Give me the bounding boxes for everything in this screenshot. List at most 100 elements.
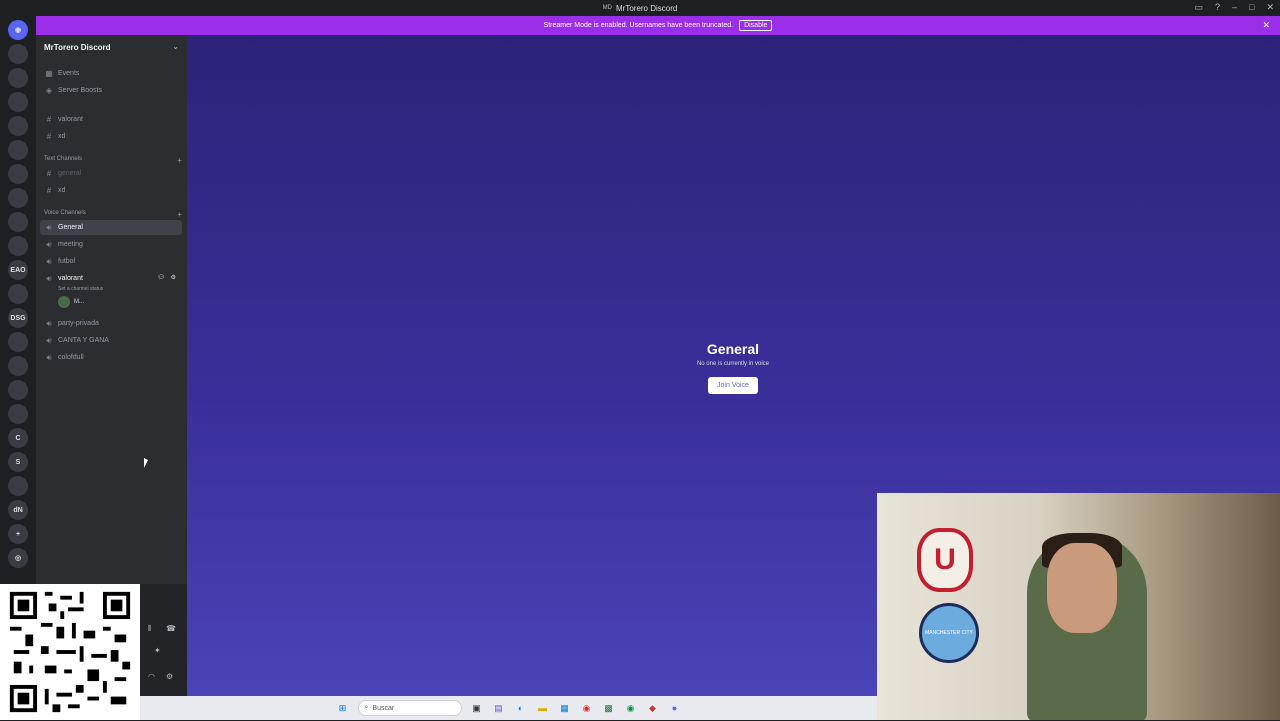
app-icon[interactable]: ◆	[646, 701, 660, 715]
edge-icon[interactable]: ◐	[514, 701, 528, 715]
speaker-icon: 🔊︎	[46, 352, 52, 362]
channel-item[interactable]: # general	[40, 166, 182, 181]
store-icon[interactable]: ▦	[558, 701, 572, 715]
disconnect-icon[interactable]: ☎	[166, 624, 176, 633]
server-icon[interactable]	[8, 164, 28, 184]
discover-icon[interactable]: ◎	[8, 548, 28, 568]
gear-icon[interactable]: ⚙	[166, 672, 173, 681]
server-icon[interactable]	[8, 68, 28, 88]
channel-item[interactable]: # valorant	[40, 112, 182, 127]
channel-label: valorant	[58, 116, 83, 123]
channel-label: general	[58, 170, 82, 177]
window-title: MD MrTorero Discord	[603, 4, 678, 13]
avatar	[58, 296, 70, 308]
server-boosts-item[interactable]: ◈ Server Boosts	[40, 83, 182, 98]
windows-taskbar: ⊞ ⌕ Buscar ▣ ▤ ◐ ▬ ▦ ◉ ▩ ◉ ◆ ●	[140, 696, 877, 720]
teams-icon[interactable]: ▤	[492, 701, 506, 715]
title-badge: MD	[602, 5, 612, 11]
server-icon[interactable]	[8, 140, 28, 160]
user-controls-panel: ⫴ ☎ ✦ ◠ ⚙	[140, 584, 187, 696]
server-icon[interactable]	[8, 236, 28, 256]
voice-channel[interactable]: 🔊︎ colofdull	[40, 350, 182, 365]
channel-label: futbol	[58, 258, 76, 265]
speaker-icon: 🔊︎	[46, 222, 52, 232]
channel-status[interactable]: Set a channel status	[58, 286, 103, 292]
search-placeholder: Buscar	[372, 704, 395, 712]
add-channel-icon[interactable]: +	[177, 210, 182, 219]
minimize-button[interactable]: –	[1232, 2, 1237, 13]
channel-item[interactable]: # xd	[40, 183, 182, 198]
boost-icon: ◈	[45, 86, 53, 95]
server-icon[interactable]	[8, 188, 28, 208]
voice-empty-state: General No one is currently in voice Joi…	[659, 341, 807, 394]
voice-user-name: M...	[74, 299, 84, 305]
disable-streamer-button[interactable]: Disable	[739, 20, 773, 31]
qr-code-image	[6, 588, 134, 716]
server-icon[interactable]	[8, 476, 28, 496]
voice-channel[interactable]: 🔊︎ CANTA Y GANA	[40, 333, 182, 348]
boosts-label: Server Boosts	[58, 87, 102, 94]
task-view-icon[interactable]: ▣	[470, 701, 484, 715]
server-icon[interactable]	[8, 404, 28, 424]
channel-label: xd	[58, 133, 66, 140]
chrome-icon[interactable]: ◉	[580, 701, 594, 715]
file-explorer-icon[interactable]: ▬	[536, 701, 550, 715]
voice-channel[interactable]: 🔊︎ party-privada	[40, 316, 182, 331]
server-icon-c[interactable]: C	[8, 428, 28, 448]
window-controls: ▭ ? – □ ✕	[1194, 2, 1274, 13]
excel-icon[interactable]: ▩	[602, 701, 616, 715]
server-icon[interactable]	[8, 116, 28, 136]
windows-start-icon[interactable]: ⊞	[336, 701, 350, 715]
add-server-icon[interactable]: +	[8, 524, 28, 544]
server-icon-s[interactable]: S	[8, 452, 28, 472]
taskbar-search[interactable]: ⌕ Buscar	[357, 700, 462, 716]
channel-actions[interactable]: 💬︎ ⚙︎	[157, 274, 178, 281]
maximize-button[interactable]: □	[1249, 2, 1254, 13]
team-crest: U	[917, 528, 973, 592]
discord-taskbar-icon[interactable]: ●	[668, 701, 682, 715]
manchester-city-badge: MANCHESTER CITY	[919, 603, 979, 663]
text-channels-category[interactable]: Text Channels +	[44, 156, 182, 165]
voice-channels-category[interactable]: Voice Channels +	[44, 210, 182, 219]
server-icon-dsg[interactable]: DSG	[8, 308, 28, 328]
server-icon-dn[interactable]: dN	[8, 500, 28, 520]
voice-channel-valorant[interactable]: 🔊︎ valorant 💬︎ ⚙︎	[40, 271, 182, 286]
server-icon[interactable]	[8, 356, 28, 376]
channel-label: meeting	[58, 241, 83, 248]
voice-user[interactable]: M...	[58, 296, 84, 308]
server-icon[interactable]	[8, 92, 28, 112]
events-item[interactable]: ▦ Events	[40, 66, 182, 81]
add-channel-icon[interactable]: +	[177, 156, 182, 165]
soundboard-icon[interactable]: ⫴	[148, 624, 151, 634]
voice-channel[interactable]: 🔊︎ futbol	[40, 254, 182, 269]
discord-home-icon[interactable]: ◉	[8, 20, 28, 40]
server-icon[interactable]	[8, 380, 28, 400]
help-icon[interactable]: ?	[1215, 2, 1220, 13]
channel-item[interactable]: # xd	[40, 129, 182, 144]
channel-label: party-privada	[58, 320, 99, 327]
chevron-down-icon[interactable]: ⌄	[172, 42, 179, 51]
chrome-alt-icon[interactable]: ◉	[624, 701, 638, 715]
voice-channel[interactable]: 🔊︎ meeting	[40, 237, 182, 252]
inbox-icon[interactable]: ▭	[1194, 2, 1203, 13]
server-icon[interactable]	[8, 332, 28, 352]
server-icon[interactable]	[8, 284, 28, 304]
server-icon[interactable]	[8, 212, 28, 232]
hash-icon: #	[46, 115, 52, 124]
voice-channel-title: General	[706, 341, 760, 357]
hash-icon: #	[46, 169, 52, 178]
activity-icon[interactable]: ✦	[154, 646, 161, 655]
qr-code	[0, 584, 140, 720]
close-window-button[interactable]: ✕	[1266, 2, 1274, 13]
join-voice-button[interactable]: Join Voice	[708, 377, 758, 394]
voice-channel-general[interactable]: 🔊︎ General	[40, 220, 182, 235]
channel-label: xd	[58, 187, 66, 194]
server-name[interactable]: MrTorero Discord	[44, 43, 111, 52]
close-icon[interactable]: ✕	[1262, 20, 1270, 31]
banner-text: Streamer Mode is enabled. Usernames have…	[543, 22, 734, 29]
server-icon-eao[interactable]: EAO	[8, 260, 28, 280]
server-icon[interactable]	[8, 44, 28, 64]
headset-icon[interactable]: ◠	[148, 672, 155, 681]
mouse-cursor	[144, 458, 148, 468]
speaker-icon: 🔊︎	[46, 239, 52, 249]
